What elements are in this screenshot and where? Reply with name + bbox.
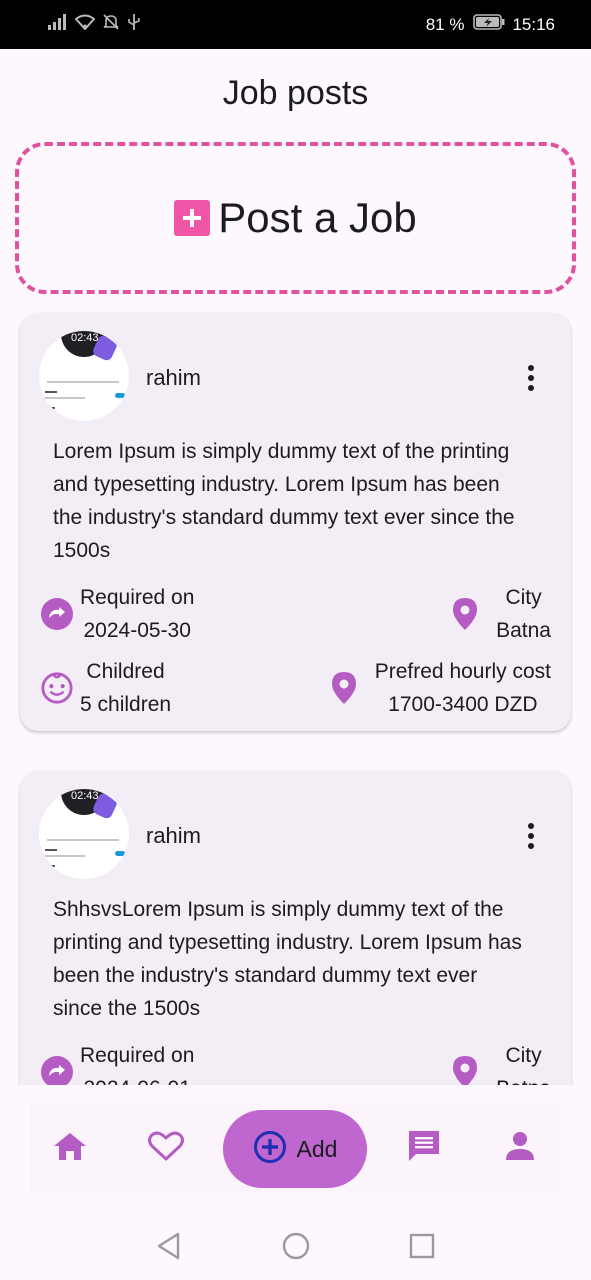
status-icons-left	[48, 13, 141, 36]
avatar[interactable]: 02:43	[39, 789, 129, 879]
system-nav-bar	[0, 1212, 591, 1280]
job-card[interactable]: 02:43 rahim ShhsvsLorem Ipsum is simply …	[20, 771, 571, 1085]
status-bar: 81 % 15:16	[0, 0, 591, 49]
children-value: 5 children	[80, 693, 172, 716]
usb-icon	[127, 13, 141, 36]
more-options-icon[interactable]	[520, 821, 542, 851]
avatar[interactable]: 02:43	[39, 331, 129, 421]
nav-home[interactable]	[50, 1128, 90, 1168]
plus-square-icon	[174, 200, 211, 236]
children-info: Childred 5 children	[40, 655, 171, 721]
avatar-time-text: 02:43	[71, 790, 99, 802]
city-info: City Batna	[448, 1039, 551, 1085]
job-description: ShhsvsLorem Ipsum is simply dummy text o…	[53, 898, 522, 1020]
child-face-icon	[40, 671, 74, 705]
username[interactable]: rahim	[146, 365, 201, 391]
job-card[interactable]: 02:43 rahim Lorem Ipsum is simply dummy …	[20, 313, 571, 731]
page-title: Job posts	[222, 74, 369, 112]
city-label: City	[505, 586, 542, 609]
post-job-button[interactable]: Post a Job	[15, 142, 576, 294]
notifications-off-icon	[102, 13, 120, 36]
required-date: 2024-05-30	[83, 619, 191, 642]
home-circle-icon[interactable]	[281, 1231, 311, 1261]
location-pin-icon	[448, 597, 482, 631]
city-value: Batna	[496, 619, 551, 642]
avatar-time-text: 02:43	[71, 332, 99, 344]
city-label: City	[505, 1044, 542, 1067]
favorite-icon	[148, 1130, 184, 1166]
battery-percent: 81 %	[425, 14, 465, 34]
wifi-icon	[74, 14, 96, 35]
required-on-info: Required on 2024-06-01	[40, 1039, 194, 1085]
location-pin-icon	[448, 1055, 482, 1085]
city-info: City Batna	[448, 581, 551, 647]
recents-icon[interactable]	[407, 1231, 437, 1261]
nav-favorites[interactable]	[146, 1128, 186, 1168]
hourly-cost-info: Prefred hourly cost 1700-3400 DZD	[327, 655, 551, 721]
home-icon	[53, 1131, 87, 1165]
city-value: Batna	[496, 1072, 551, 1085]
status-icons-right: 81 % 15:16	[426, 14, 555, 35]
add-button[interactable]: Add	[223, 1110, 367, 1188]
person-icon	[505, 1131, 535, 1165]
username[interactable]: rahim	[146, 823, 201, 849]
add-label: Add	[296, 1135, 338, 1162]
children-label: Childred	[86, 660, 165, 683]
job-description: Lorem Ipsum is simply dummy text of the …	[53, 440, 515, 562]
battery-charging-icon	[473, 14, 505, 35]
required-on-info: Required on 2024-05-30	[40, 581, 194, 647]
nav-profile[interactable]	[500, 1128, 540, 1168]
more-options-icon[interactable]	[520, 363, 542, 393]
nav-messages[interactable]	[404, 1128, 444, 1168]
back-icon[interactable]	[154, 1231, 184, 1261]
add-circle-icon	[253, 1130, 287, 1168]
calendar-redo-icon	[40, 597, 74, 631]
cost-value: 1700-3400 DZD	[388, 693, 538, 716]
post-job-label: Post a Job	[218, 194, 417, 241]
location-pin-icon	[327, 671, 361, 705]
required-label: Required on	[80, 586, 195, 609]
clock: 15:16	[512, 14, 555, 34]
required-label: Required on	[80, 1044, 195, 1067]
bottom-nav: Add	[30, 1104, 561, 1192]
calendar-redo-icon	[40, 1055, 74, 1085]
job-feed[interactable]: 02:43 rahim Lorem Ipsum is simply dummy …	[0, 305, 591, 1085]
required-date: 2024-06-01	[80, 1072, 194, 1085]
signal-icon	[48, 14, 68, 35]
cost-label: Prefred hourly cost	[374, 660, 551, 683]
chat-icon	[407, 1129, 441, 1167]
